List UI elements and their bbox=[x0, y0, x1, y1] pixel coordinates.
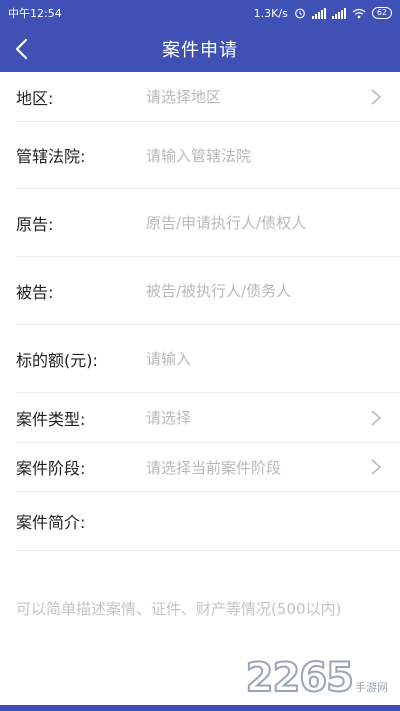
region-row[interactable]: 地区: 请选择地区 bbox=[16, 72, 400, 122]
watermark-digits: 2265 bbox=[245, 654, 355, 702]
back-button[interactable] bbox=[14, 26, 54, 72]
defendant-label: 被告: bbox=[16, 282, 54, 302]
court-row: 管辖法院: 请输入管辖法院 bbox=[16, 122, 400, 189]
court-input[interactable]: 请输入管辖法院 bbox=[146, 145, 251, 166]
net-speed: 1.3K/s bbox=[253, 6, 288, 20]
chevron-right-icon bbox=[371, 409, 382, 426]
signal-icon-1 bbox=[311, 7, 326, 19]
amount-row: 标的额(元): 请输入 bbox=[16, 325, 400, 393]
status-icons: 1.3K/s 62 bbox=[254, 7, 392, 20]
plaintiff-input[interactable]: 原告/申请执行人/债权人 bbox=[146, 212, 306, 233]
defendant-input[interactable]: 被告/被执行人/债务人 bbox=[146, 280, 291, 301]
bottom-bar bbox=[0, 705, 400, 711]
case-stage-label: 案件阶段: bbox=[16, 459, 86, 478]
status-bar: 中午12:54 1.3K/s 62 bbox=[0, 0, 400, 26]
defendant-row: 被告: 被告/被执行人/债务人 bbox=[16, 257, 400, 325]
amount-input[interactable]: 请输入 bbox=[146, 348, 191, 369]
case-type-label: 案件类型: bbox=[16, 409, 86, 429]
battery-level: 62 bbox=[371, 7, 392, 19]
case-form: 地区: 请选择地区 管辖法院: 请输入管辖法院 原告: 原告/申请执行人/债权人… bbox=[0, 72, 400, 551]
watermark-text: 手游网 bbox=[355, 681, 388, 694]
amount-label: 标的额(元): bbox=[16, 350, 98, 370]
app-bar: 案件申请 bbox=[0, 26, 400, 72]
alarm-icon bbox=[294, 8, 305, 19]
case-intro-textarea[interactable]: 可以简单描述案情、证件、财产等情况(500以内) bbox=[16, 596, 386, 623]
watermark-logo: 2265 手游网 bbox=[245, 654, 388, 702]
chevron-left-icon bbox=[15, 38, 28, 60]
case-type-select[interactable]: 请选择 bbox=[146, 407, 191, 428]
chevron-right-icon bbox=[371, 88, 382, 105]
case-stage-row[interactable]: 案件阶段: 请选择当前案件阶段 bbox=[16, 443, 400, 492]
plaintiff-label: 原告: bbox=[16, 214, 54, 234]
plaintiff-row: 原告: 原告/申请执行人/债权人 bbox=[16, 189, 400, 257]
case-type-row[interactable]: 案件类型: 请选择 bbox=[16, 393, 400, 443]
wifi-icon bbox=[352, 8, 366, 18]
court-label: 管辖法院: bbox=[16, 147, 86, 166]
region-select[interactable]: 请选择地区 bbox=[146, 86, 221, 107]
case-stage-select[interactable]: 请选择当前案件阶段 bbox=[146, 457, 281, 478]
chevron-right-icon bbox=[371, 459, 382, 475]
signal-icon-2 bbox=[331, 7, 346, 19]
page-title: 案件申请 bbox=[162, 40, 238, 61]
region-label: 地区: bbox=[16, 88, 54, 108]
case-intro-row: 案件简介: bbox=[16, 492, 400, 551]
status-time: 中午12:54 bbox=[8, 7, 62, 20]
case-intro-label: 案件简介: bbox=[16, 513, 86, 532]
